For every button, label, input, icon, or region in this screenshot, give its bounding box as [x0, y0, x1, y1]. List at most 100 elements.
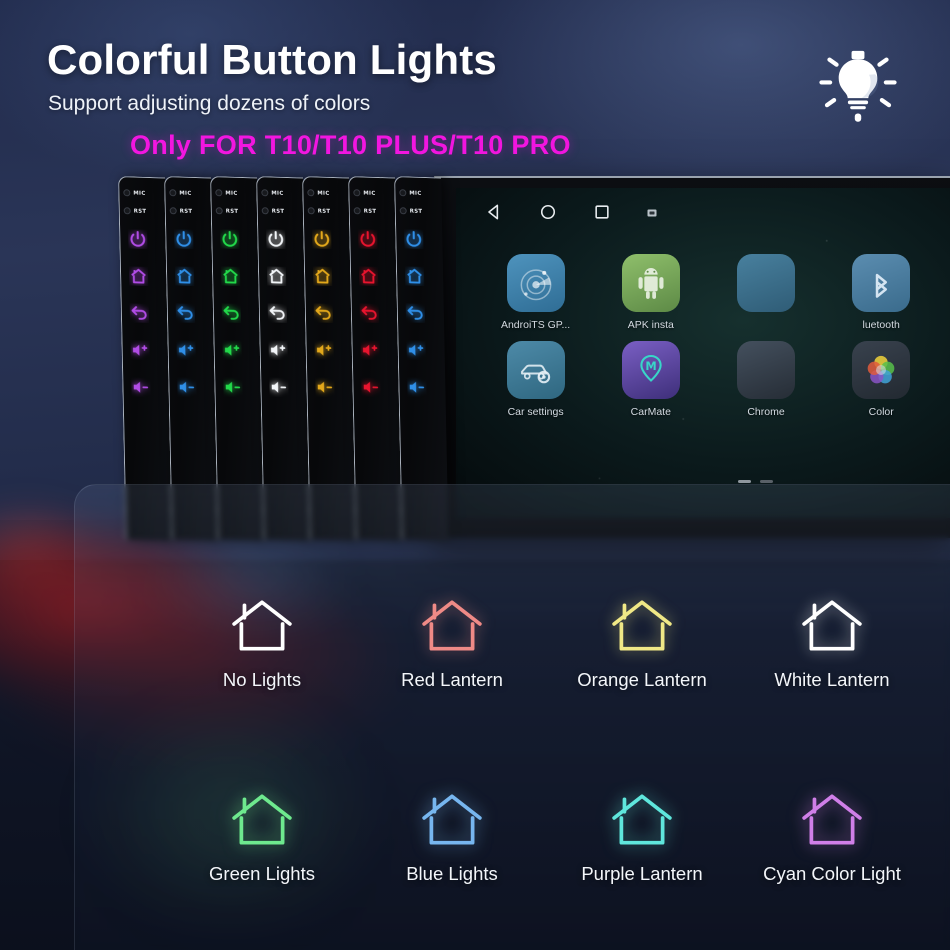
volume-down-icon[interactable] [407, 377, 426, 397]
home-icon[interactable] [313, 266, 332, 286]
lantern-label: Cyan Color Light [763, 863, 901, 884]
back-icon[interactable] [360, 303, 379, 323]
screenshot-icon[interactable] [646, 206, 658, 218]
volume-down-icon[interactable] [269, 377, 288, 397]
back-triangle-icon[interactable] [484, 202, 504, 222]
back-icon[interactable] [406, 303, 425, 323]
app-icon-placeholder[interactable] [939, 341, 950, 418]
power-icon[interactable] [358, 229, 377, 249]
volume-up-icon[interactable] [130, 340, 149, 360]
lantern-option-cyan[interactable]: Cyan Color Light [737, 791, 927, 885]
lantern-option-green[interactable]: Green Lights [167, 791, 357, 885]
app-icon-bluetooth[interactable]: luetooth [824, 254, 939, 331]
app-icon-color[interactable]: Color [824, 341, 939, 418]
reset-hole[interactable] [353, 207, 361, 215]
app-label: CarMate [630, 406, 671, 418]
lantern-options-panel: No Lights Red Lantern Orange Lantern Whi… [74, 484, 950, 950]
app-icon-browser[interactable]: Boo [939, 254, 950, 331]
house-icon [422, 794, 482, 845]
power-icon[interactable] [312, 229, 331, 249]
home-icon[interactable] [267, 266, 286, 286]
home-circle-icon[interactable] [538, 202, 558, 222]
app-icon-carmate[interactable]: M CarMate [593, 341, 708, 418]
reset-hole[interactable] [169, 207, 177, 215]
back-icon[interactable] [222, 303, 241, 323]
volume-down-icon[interactable] [177, 377, 196, 397]
volume-down-icon[interactable] [361, 377, 380, 397]
reset-hole[interactable] [215, 207, 223, 215]
home-icon[interactable] [221, 266, 240, 286]
volume-down-icon[interactable] [223, 377, 242, 397]
volume-up-icon[interactable] [360, 340, 379, 360]
volume-up-icon[interactable] [314, 340, 333, 360]
product-marketing-image: Colorful Button Lights Support adjusting… [0, 0, 950, 950]
power-icon[interactable] [174, 229, 193, 249]
mic-label: MIC [271, 189, 284, 197]
power-icon[interactable] [404, 229, 423, 249]
mic-label: MIC [317, 189, 330, 197]
house-icon [422, 600, 482, 651]
volume-down-icon[interactable] [315, 377, 334, 397]
home-icon[interactable] [129, 266, 148, 286]
app-icon-hidden-1[interactable] [708, 254, 823, 331]
page-dot-1[interactable] [737, 480, 751, 483]
lantern-label: No Lights [222, 669, 302, 690]
reset-label: RST [363, 207, 377, 215]
lantern-label: Green Lights [209, 863, 315, 884]
mic-label: MIC [133, 189, 146, 197]
lantern-options-grid: No Lights Red Lantern Orange Lantern Whi… [167, 597, 927, 885]
app-icon-chrome[interactable]: Chrome [708, 341, 823, 418]
volume-up-icon[interactable] [176, 340, 195, 360]
mic-label: MIC [363, 189, 376, 197]
android-navigation-bar [456, 202, 950, 236]
android-screen: AndroiTS GP... APK insta luetooth Car se… [456, 188, 950, 518]
house-icon [612, 794, 672, 845]
back-icon[interactable] [130, 303, 149, 323]
mic-label: MIC [409, 189, 422, 197]
back-icon[interactable] [176, 303, 195, 323]
volume-up-icon[interactable] [268, 340, 287, 360]
mic-hole [307, 189, 315, 197]
volume-up-icon[interactable] [406, 340, 425, 360]
reset-hole[interactable] [261, 207, 269, 215]
lantern-option-white[interactable]: White Lantern [737, 597, 927, 691]
reset-label: RST [271, 207, 285, 215]
recents-square-icon[interactable] [592, 202, 612, 222]
mic-hole [261, 189, 269, 197]
power-icon[interactable] [128, 229, 147, 249]
page-dot-2[interactable] [759, 480, 773, 483]
volume-down-icon[interactable] [131, 377, 150, 397]
reset-hole[interactable] [307, 207, 315, 215]
back-icon[interactable] [268, 303, 287, 323]
lantern-option-blue[interactable]: Blue Lights [357, 791, 547, 885]
app-icon-car-settings[interactable]: Car settings [478, 341, 593, 418]
lantern-label: Orange Lantern [577, 669, 707, 690]
color-flower-icon [867, 355, 895, 384]
light-bulb-icon [812, 38, 904, 130]
lantern-label: Red Lantern [401, 669, 503, 690]
lantern-label: Purple Lantern [581, 863, 703, 884]
home-icon[interactable] [405, 266, 424, 286]
app-label: APK insta [627, 319, 674, 331]
carmate-pin-icon: M [640, 354, 662, 382]
reset-hole[interactable] [399, 207, 407, 215]
lantern-option-no-lights[interactable]: No Lights [167, 597, 357, 691]
app-icon-androits-gps[interactable]: AndroiTS GP... [478, 254, 593, 331]
power-icon[interactable] [266, 229, 285, 249]
reset-hole[interactable] [123, 207, 131, 215]
home-icon[interactable] [175, 266, 194, 286]
house-icon [802, 600, 862, 651]
app-icon-apk-installer[interactable]: APK insta [593, 254, 708, 331]
lantern-option-orange[interactable]: Orange Lantern [547, 597, 737, 691]
app-label: Chrome [747, 406, 785, 418]
lantern-option-red[interactable]: Red Lantern [357, 597, 547, 691]
home-icon[interactable] [359, 266, 378, 286]
bluetooth-icon [875, 273, 888, 298]
lantern-option-purple[interactable]: Purple Lantern [547, 791, 737, 885]
back-icon[interactable] [314, 303, 333, 323]
reset-label: RST [133, 207, 147, 215]
power-icon[interactable] [220, 229, 239, 249]
volume-up-icon[interactable] [222, 340, 241, 360]
mic-hole [123, 189, 131, 197]
home-page-indicator [456, 480, 950, 483]
